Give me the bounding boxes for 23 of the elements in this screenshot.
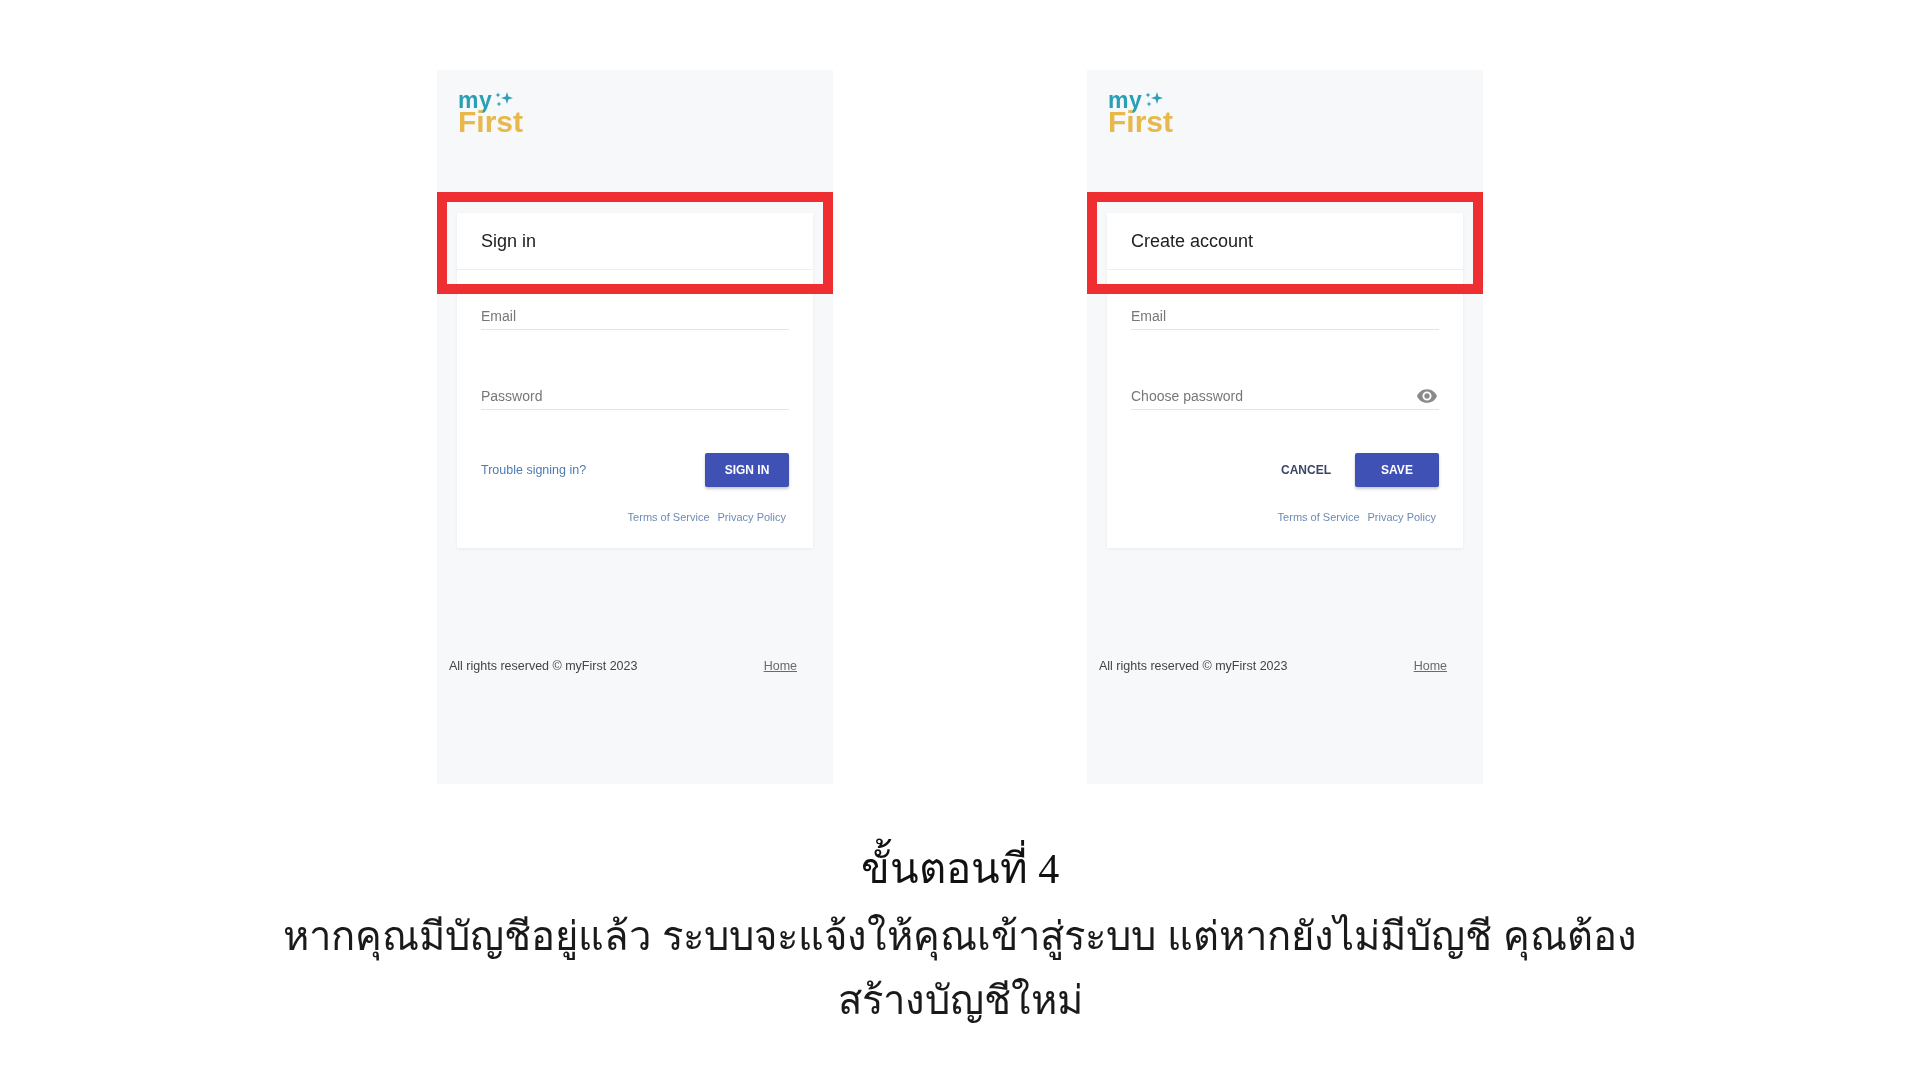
home-link[interactable]: Home [1413,658,1447,674]
legal-link[interactable]: Terms of Service [627,511,710,523]
input-field[interactable]: Choose password [1131,386,1439,410]
step-description: หากคุณมีบัญชีอยู่แล้ว ระบบจะแจ้งให้คุณเข้าสู่ระบบ แต่หากยังไม่มีบัญชี คุณต้องสร้างบัญชีใหม่ [281,913,1639,1025]
sparkle-icon [495,91,514,107]
legal-link[interactable]: Privacy Policy [1367,511,1436,523]
eye-icon[interactable] [1417,389,1437,403]
submit-button[interactable]: SAVE [1355,453,1439,487]
step-title: ขั้นตอนที่ 4 [860,834,1060,904]
input-field[interactable]: Email [1131,306,1439,330]
copyright-text: All rights reserved © myFirst 2023 [449,658,638,674]
input-field[interactable]: Password [481,386,789,410]
cancel-button[interactable]: CANCEL [1281,463,1331,477]
home-link[interactable]: Home [763,658,797,674]
submit-button[interactable]: SIGN IN [705,453,789,487]
input-field[interactable]: Email [481,306,789,330]
legal-link[interactable]: Terms of Service [1277,511,1360,523]
sparkle-icon [1145,91,1164,107]
copyright-text: All rights reserved © myFirst 2023 [1099,658,1288,674]
legal-link[interactable]: Privacy Policy [717,511,786,523]
card-title: Create account [1131,230,1254,252]
trouble-link[interactable]: Trouble signing in? [481,463,587,477]
card-title: Sign in [481,230,537,252]
